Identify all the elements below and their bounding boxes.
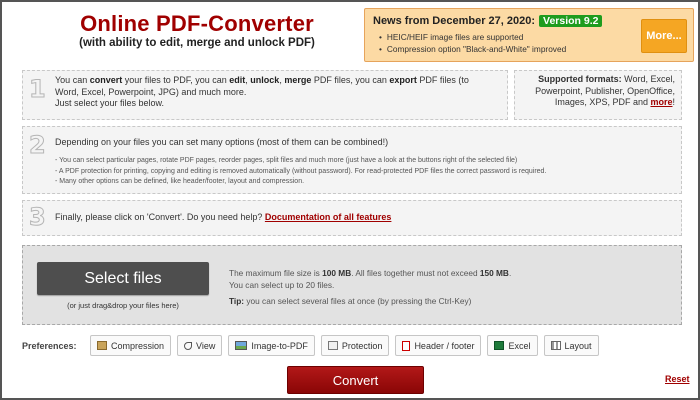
convert-button[interactable]: Convert	[287, 366, 424, 394]
step-1-text-part: your files to PDF, you can	[122, 75, 230, 85]
upload-info-bold: 100 MB	[322, 268, 352, 278]
news-heading-text: News from December 27, 2020:	[373, 15, 536, 27]
news-list: HEIC/HEIF image files are supported Comp…	[379, 31, 566, 55]
supported-formats-box: Supported formats: Word, Excel, Powerpoi…	[514, 70, 682, 120]
compression-icon	[97, 341, 107, 350]
step-1-text-part: PDF files (to	[416, 75, 469, 85]
step-1-text-part: You can	[55, 75, 90, 85]
news-more-button[interactable]: More...	[641, 19, 687, 53]
step-number-1: 1	[29, 75, 47, 104]
preferences-toolbar: Compression View Image-to-PDF Protection…	[90, 335, 599, 356]
news-box: News from December 27, 2020: Version 9.2 …	[364, 8, 694, 62]
header-footer-icon	[402, 340, 411, 351]
upload-limits: The maximum file size is 100 MB. All fil…	[229, 268, 511, 291]
preferences-label: Preferences:	[22, 341, 77, 351]
view-button[interactable]: View	[177, 335, 223, 356]
upload-drop-zone[interactable]: Select files (or just drag&drop your fil…	[22, 245, 682, 325]
news-item: HEIC/HEIF image files are supported	[379, 31, 566, 43]
layout-button-label: Layout	[564, 340, 592, 351]
step-1-bold-unlock: unlock	[250, 75, 280, 85]
news-item: Compression option "Black-and-White" imp…	[379, 43, 566, 55]
upload-tip: Tip: you can select several files at onc…	[229, 296, 471, 306]
upload-info-bold: 150 MB	[479, 268, 509, 278]
step-1-line-2: Word, Excel, Powerpoint, JPG) and much m…	[55, 86, 247, 97]
step-1-line-1: You can convert your files to PDF, you c…	[55, 75, 469, 87]
formats-text: Images, XPS, PDF and	[554, 97, 651, 107]
excel-icon	[494, 341, 505, 350]
step-2-note: - Many other options can be defined, lik…	[55, 178, 305, 185]
image-to-pdf-button-label: Image-to-PDF	[251, 340, 308, 351]
upload-limits-line-2: You can select up to 20 files.	[229, 279, 335, 290]
step-1-box: 1 You can convert your files to PDF, you…	[22, 70, 508, 120]
step-3-box: 3 Finally, please click on 'Convert'. Do…	[22, 200, 682, 236]
image-icon	[235, 341, 248, 350]
step-2-heading: Depending on your files you can set many…	[55, 137, 389, 147]
step-2-notes: - You can select particular pages, rotat…	[55, 156, 546, 188]
page-frame: Online PDF-Converter (with ability to ed…	[0, 0, 700, 400]
step-2-box: 2 Depending on your files you can set ma…	[22, 126, 682, 194]
upload-limits-line-1: The maximum file size is 100 MB. All fil…	[229, 268, 511, 280]
formats-line-3: Images, XPS, PDF and more!	[521, 97, 675, 109]
upload-tip-text: you can select several files at once (by…	[244, 296, 472, 306]
step-number-2: 2	[29, 131, 47, 160]
step-2-note: - You can select particular pages, rotat…	[55, 157, 518, 164]
step-2-note: - A PDF protection for printing, copying…	[55, 167, 547, 175]
select-files-button[interactable]: Select files	[37, 262, 209, 295]
step-number-3: 3	[29, 203, 47, 232]
step-3-text-part: Finally, please click on 'Convert'. Do y…	[55, 212, 265, 222]
compression-button[interactable]: Compression	[90, 335, 172, 356]
page-subtitle: (with ability to edit, merge and unlock …	[79, 37, 315, 49]
header-footer-button[interactable]: Header / footer	[395, 335, 482, 356]
upload-info-text: .	[508, 268, 512, 278]
formats-text: !	[672, 97, 675, 107]
formats-line-2: Powerpoint, Publisher, OpenOffice,	[535, 85, 675, 96]
excel-button[interactable]: Excel	[487, 335, 538, 356]
formats-more-link[interactable]: more	[650, 97, 672, 107]
step-1-text-part: PDF files, you can	[311, 75, 390, 85]
version-badge: Version 9.2	[539, 15, 603, 27]
step-1-line-3: Just select your files below.	[55, 98, 165, 108]
step-1-text: You can convert your files to PDF, you c…	[55, 75, 469, 110]
step-1-bold-edit: edit	[229, 75, 246, 85]
view-button-label: View	[196, 340, 216, 351]
layout-button[interactable]: Layout	[543, 335, 599, 356]
upload-info-text: The maximum file size is	[229, 268, 323, 278]
formats-text: Word, Excel,	[621, 74, 675, 84]
reset-link[interactable]: Reset	[665, 374, 690, 384]
formats-line-1: Supported formats: Word, Excel,	[521, 74, 675, 86]
header-footer-button-label: Header / footer	[414, 340, 475, 351]
drag-drop-hint: (or just drag&drop your files here)	[67, 301, 179, 310]
protection-button[interactable]: Protection	[320, 335, 390, 356]
documentation-link[interactable]: Documentation of all features	[265, 212, 392, 222]
upload-info-text: . All files together must not exceed	[351, 268, 480, 278]
step-1-bold-convert: convert	[89, 75, 123, 85]
image-to-pdf-button[interactable]: Image-to-PDF	[228, 335, 315, 356]
step-1-bold-merge: merge	[284, 75, 312, 85]
step-1-bold-export: export	[389, 75, 417, 85]
page-title: Online PDF-Converter	[80, 11, 314, 36]
layout-icon	[550, 341, 561, 350]
compression-button-label: Compression	[111, 340, 165, 351]
formats-label: Supported formats:	[538, 74, 622, 84]
upload-tip-label: Tip:	[229, 296, 245, 306]
protection-button-label: Protection	[341, 340, 383, 351]
news-heading: News from December 27, 2020: Version 9.2	[373, 15, 603, 27]
protection-icon	[327, 341, 338, 350]
step-3-text: Finally, please click on 'Convert'. Do y…	[55, 212, 391, 224]
view-icon	[184, 341, 193, 350]
excel-button-label: Excel	[508, 340, 531, 351]
